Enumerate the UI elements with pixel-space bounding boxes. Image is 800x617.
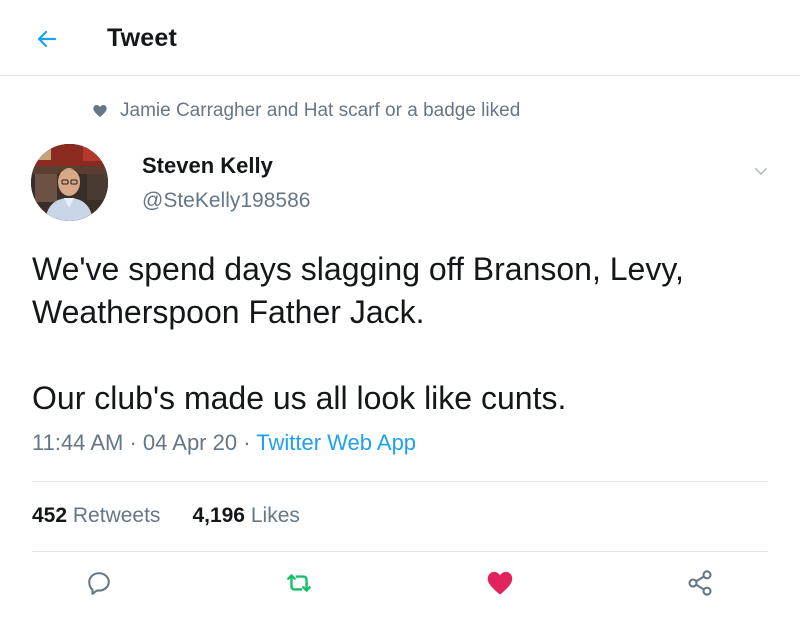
retweets-count: 452 (32, 504, 68, 527)
likes-label: Likes (250, 504, 300, 527)
likes-count: 4,196 (192, 504, 245, 527)
tweet-stats: 452 Retweets 4,196 Likes (32, 504, 332, 528)
retweets-label: Retweets (72, 504, 161, 527)
chevron-down-icon (755, 168, 767, 175)
divider (32, 551, 768, 552)
tweet-metadata: 11:44 AM · 04 Apr 20 · Twitter Web App (32, 430, 416, 456)
author-handle[interactable]: @SteKelly198586 (142, 189, 310, 213)
author-display-name[interactable]: Steven Kelly (142, 153, 273, 179)
arrow-left-icon (37, 30, 57, 48)
tweet-options-button[interactable] (750, 160, 772, 182)
action-bar (0, 566, 800, 600)
back-button[interactable] (30, 22, 64, 56)
meta-separator: · (129, 430, 137, 455)
avatar[interactable] (31, 144, 108, 221)
heart-icon (487, 571, 513, 595)
tweet-time: 11:44 AM (32, 430, 124, 455)
share-button[interactable] (683, 566, 717, 600)
retweets-stat[interactable]: 452 Retweets (32, 504, 160, 528)
tweet-paragraph: Our club's made us all look like cunts. (32, 380, 567, 416)
tweet-text: We've spend days slagging off Branson, L… (32, 248, 772, 420)
like-button[interactable] (483, 566, 517, 600)
likes-stat[interactable]: 4,196 Likes (192, 504, 299, 528)
meta-separator: · (243, 430, 251, 455)
divider (32, 481, 768, 482)
tweet-date: 04 Apr 20 (142, 430, 238, 455)
share-icon (688, 570, 712, 596)
heart-icon (92, 103, 108, 119)
social-context: Jamie Carragher and Hat scarf or a badge… (92, 98, 520, 124)
page-title: Tweet (107, 24, 177, 52)
social-context-text[interactable]: Jamie Carragher and Hat scarf or a badge… (120, 100, 520, 122)
reply-icon (88, 572, 110, 595)
reply-button[interactable] (82, 566, 116, 600)
retweet-icon (287, 574, 311, 592)
retweet-button[interactable] (282, 566, 316, 600)
top-bar: Tweet (0, 0, 800, 76)
tweet-paragraph: We've spend days slagging off Branson, L… (32, 251, 684, 330)
tweet-source-link[interactable]: Twitter Web App (256, 430, 416, 455)
